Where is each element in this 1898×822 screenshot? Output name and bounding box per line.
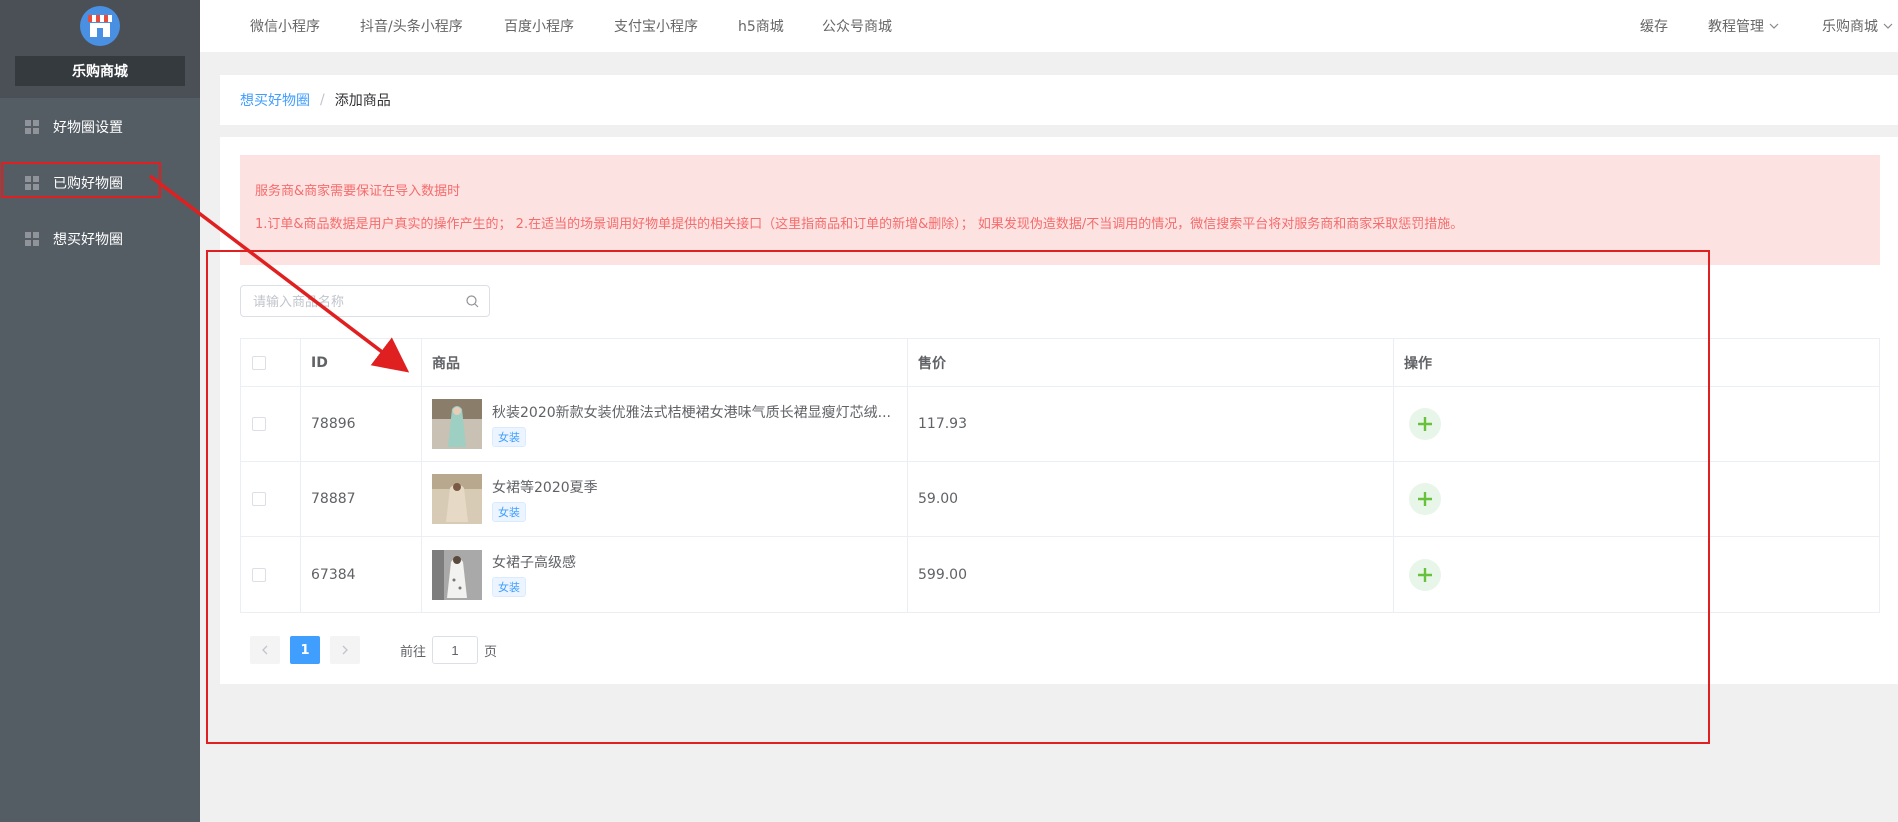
plus-icon <box>1418 567 1432 582</box>
sidebar-header: 乐购商城 <box>0 0 200 98</box>
search-box <box>240 285 490 317</box>
prev-page-button[interactable] <box>250 636 280 664</box>
plus-icon <box>1418 417 1432 431</box>
grid-icon <box>25 232 39 246</box>
search-input[interactable] <box>253 293 453 309</box>
add-item-button[interactable] <box>1409 558 1441 591</box>
add-item-button[interactable] <box>1409 408 1441 440</box>
sidebar-item-wishlist[interactable]: 想买好物圈 <box>0 214 200 264</box>
breadcrumb-separator: / <box>320 92 325 108</box>
nav-h5-mall[interactable]: h5商城 <box>738 16 784 36</box>
shop-name: 乐购商城 <box>15 56 185 86</box>
table-row: 78887 女裙等2020夏季 女装 59.00 <box>241 462 1879 537</box>
row-checkbox[interactable] <box>252 492 266 506</box>
nav-official-account-mall[interactable]: 公众号商城 <box>822 16 892 36</box>
nav-tutorial-dropdown[interactable]: 教程管理 <box>1708 16 1779 36</box>
product-thumbnail <box>432 549 482 600</box>
add-item-button[interactable] <box>1409 483 1441 515</box>
breadcrumb-parent-link[interactable]: 想买好物圈 <box>240 90 310 110</box>
breadcrumb: 想买好物圈 / 添加商品 <box>220 75 1898 125</box>
header-op: 操作 <box>1404 355 1432 372</box>
nav-alipay-miniapp[interactable]: 支付宝小程序 <box>614 16 698 36</box>
nav-douyin-miniapp[interactable]: 抖音/头条小程序 <box>360 16 463 36</box>
chevron-right-icon <box>342 645 348 655</box>
select-all-checkbox[interactable] <box>252 355 266 370</box>
category-tag: 女装 <box>492 577 526 597</box>
goto-page-input[interactable] <box>432 636 479 664</box>
product-title: 女裙子高级感 <box>492 555 576 571</box>
nav-baidu-miniapp[interactable]: 百度小程序 <box>504 16 574 36</box>
goto-label: 前往 <box>400 644 427 660</box>
alert-line-1: 服务商&商家需要保证在导入数据时 <box>255 184 461 199</box>
search-icon[interactable] <box>466 295 479 308</box>
row-id: 67384 <box>301 537 422 612</box>
annotation-highlight-box <box>1 162 161 198</box>
sidebar-item-settings[interactable]: 好物圈设置 <box>0 102 200 152</box>
category-tag: 女装 <box>492 426 526 447</box>
breadcrumb-current: 添加商品 <box>334 93 391 109</box>
nav-tutorial-label: 教程管理 <box>1708 19 1764 35</box>
header-id: ID <box>301 339 422 386</box>
row-price: 599.00 <box>908 537 1394 612</box>
sidebar-item-label: 想买好物圈 <box>53 232 123 248</box>
row-checkbox[interactable] <box>252 567 266 582</box>
row-goods: 女裙子高级感 女装 <box>422 537 908 612</box>
sidebar: 乐购商城 好物圈设置 已购好物圈 想买好物圈 <box>0 0 200 822</box>
product-thumbnail <box>432 399 482 449</box>
nav-cache[interactable]: 缓存 <box>1640 16 1668 36</box>
nav-wechat-miniapp[interactable]: 微信小程序 <box>250 16 320 36</box>
row-id: 78887 <box>301 462 422 536</box>
sidebar-item-label: 好物圈设置 <box>53 120 123 136</box>
row-price: 59.00 <box>908 462 1394 536</box>
alert-line-2: 1.订单&商品数据是用户真实的操作产生的； 2.在适当的场景调用好物单提供的相关… <box>255 217 1464 232</box>
row-price: 117.93 <box>908 387 1394 461</box>
table-header-row: ID 商品 售价 操作 <box>241 339 1879 387</box>
nav-cache-label: 缓存 <box>1640 19 1668 35</box>
nav-shop-label: 乐购商城 <box>1822 19 1878 35</box>
grid-icon <box>25 120 39 134</box>
shop-logo-icon <box>80 6 120 46</box>
chevron-down-icon <box>1883 23 1893 29</box>
chevron-down-icon <box>1769 23 1779 29</box>
page-suffix: 页 <box>484 644 498 660</box>
header-price: 售价 <box>908 339 1394 386</box>
header-goods: 商品 <box>422 339 908 386</box>
top-navbar: 微信小程序 抖音/头条小程序 百度小程序 支付宝小程序 h5商城 公众号商城 缓… <box>200 0 1898 52</box>
row-goods: 秋装2020新款女装优雅法式桔梗裙女港味气质长裙显瘦灯芯绒... 女装 <box>422 387 908 461</box>
product-thumbnail <box>432 474 482 524</box>
plus-icon <box>1418 492 1432 506</box>
row-goods: 女裙等2020夏季 女装 <box>422 462 908 536</box>
table-row: 78896 秋装2020新款女装优雅法式桔梗裙女港味气质长裙显瘦灯芯绒... 女… <box>241 387 1879 462</box>
warning-alert: 服务商&商家需要保证在导入数据时 1.订单&商品数据是用户真实的操作产生的； 2… <box>240 155 1880 265</box>
chevron-left-icon <box>262 645 268 655</box>
next-page-button[interactable] <box>330 636 360 664</box>
main-panel: 服务商&商家需要保证在导入数据时 1.订单&商品数据是用户真实的操作产生的； 2… <box>220 137 1898 684</box>
nav-shop-dropdown[interactable]: 乐购商城 <box>1822 16 1893 36</box>
page-number-current[interactable]: 1 <box>290 636 320 664</box>
row-id: 78896 <box>301 387 422 461</box>
pagination: 1 前往 页 <box>250 636 497 664</box>
page-jump: 前往 页 <box>400 636 497 664</box>
row-checkbox[interactable] <box>252 417 266 431</box>
goods-table: ID 商品 售价 操作 78896 秋装2020新款女装优雅法式桔梗裙女港味气质… <box>240 338 1880 613</box>
table-row: 67384 女裙子高级感 女装 599.00 <box>241 537 1879 612</box>
product-title: 女裙等2020夏季 <box>492 479 598 496</box>
category-tag: 女装 <box>492 501 526 522</box>
product-title: 秋装2020新款女装优雅法式桔梗裙女港味气质长裙显瘦灯芯绒... <box>492 404 891 421</box>
